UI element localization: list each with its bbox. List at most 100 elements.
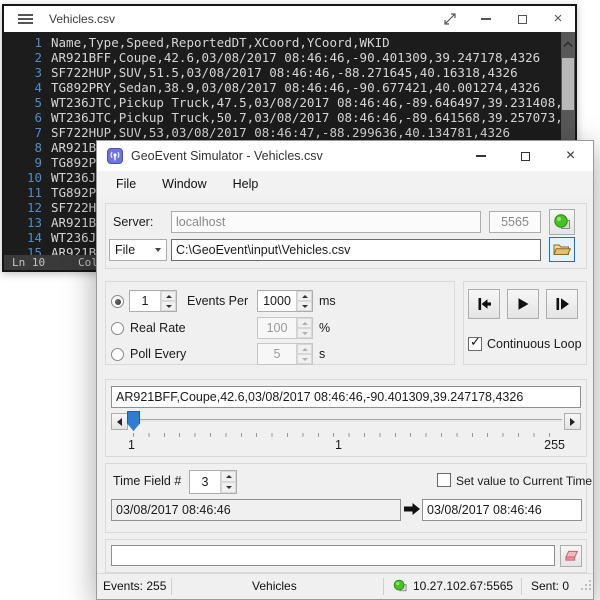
csv-line: 2 AR921BFF,Coupe,42.6,03/08/2017 08:46:46…	[4, 50, 575, 65]
simulator-window-title: GeoEvent Simulator - Vehicles.csv	[131, 149, 323, 163]
line-number: 14	[4, 230, 42, 245]
server-host-input[interactable]: localhost	[171, 211, 481, 233]
line-text: Name,Type,Speed,ReportedDT,XCoord,YCoord…	[51, 35, 390, 50]
continuous-loop-checkbox[interactable]	[468, 337, 482, 351]
slider-right-button[interactable]	[564, 413, 581, 430]
play-button[interactable]	[507, 289, 539, 319]
clear-button[interactable]	[560, 545, 582, 567]
poll-every-radio[interactable]	[111, 348, 124, 361]
column-indicator: Col	[78, 255, 98, 270]
desktop: Vehicles.csv × 1 Name,Type,Speed,Reported…	[0, 0, 600, 600]
continuous-loop-label: Continuous Loop	[487, 337, 582, 351]
scroll-up-icon[interactable]	[563, 36, 573, 51]
simulator-titlebar: GeoEvent Simulator - Vehicles.csv ×	[97, 141, 593, 171]
events-count-spinner[interactable]: 1	[129, 290, 177, 312]
scrollbar-thumb[interactable]	[562, 58, 574, 110]
slider-track[interactable]	[130, 419, 562, 422]
hamburger-menu-icon[interactable]	[18, 12, 33, 27]
maps-to-arrow-icon	[404, 502, 420, 519]
source-type-dropdown[interactable]: File	[109, 239, 167, 261]
connect-icon	[553, 213, 571, 231]
time-field-spinner[interactable]: 3	[189, 470, 237, 494]
menu-bar: File Window Help	[97, 171, 593, 197]
line-number: 11	[4, 185, 42, 200]
spinner-up-icon	[297, 318, 312, 328]
time-field-value: 3	[190, 471, 220, 493]
progress-bar	[111, 545, 555, 566]
connect-button[interactable]	[549, 209, 575, 235]
real-rate-value: 100	[258, 318, 296, 338]
chevron-down-icon	[150, 248, 166, 252]
maximize-icon[interactable]	[515, 12, 529, 26]
interval-value: 1000	[258, 291, 296, 311]
slider-start-label: 1	[128, 438, 135, 452]
menu-help[interactable]: Help	[220, 177, 272, 191]
line-number: 7	[4, 125, 42, 140]
csv-window-titlebar: Vehicles.csv ×	[4, 6, 575, 32]
spinner-down-icon[interactable]	[297, 301, 312, 311]
line-text: AR921BFF,Coupe,42.6,03/08/2017 08:46:46,…	[51, 50, 540, 65]
set-current-time-label: Set value to Current Time	[456, 474, 592, 488]
spinner-up-icon[interactable]	[161, 291, 176, 301]
line-number: 10	[4, 170, 42, 185]
line-text: SF722HUP,SUV,51.5,03/08/2017 08:46:46,-8…	[51, 65, 518, 80]
interval-spinner[interactable]: 1000	[257, 290, 313, 312]
minimize-icon[interactable]	[458, 141, 503, 171]
slider-left-button[interactable]	[111, 413, 128, 430]
csv-line: 6 WT236JTC,Pickup Truck,50.7,03/08/2017 0…	[4, 110, 575, 125]
connection-address-status: 10.27.102.67:5565	[413, 579, 513, 593]
skip-to-start-button[interactable]	[468, 289, 500, 319]
resize-grip[interactable]	[580, 579, 592, 598]
slider-end-label: 255	[537, 438, 565, 452]
csv-line: 4 TG892PRY,Sedan,38.9,03/08/2017 08:46:46…	[4, 80, 575, 95]
step-forward-button[interactable]	[546, 289, 578, 319]
line-number: 6	[4, 110, 42, 125]
server-label: Server:	[113, 215, 153, 229]
line-number: 12	[4, 200, 42, 215]
fixed-rate-radio[interactable]	[111, 295, 124, 308]
menu-window[interactable]: Window	[149, 177, 219, 191]
sent-count-status: Sent: 0	[531, 579, 569, 593]
csv-line: 3SF722HUP,SUV,51.5,03/08/2017 08:46:46,-…	[4, 65, 575, 80]
line-number: 9	[4, 155, 42, 170]
set-current-time-checkbox[interactable]	[437, 473, 451, 487]
menu-file[interactable]: File	[103, 177, 149, 191]
maximize-icon[interactable]	[503, 141, 548, 171]
geoevent-app-icon	[107, 148, 123, 167]
csv-window-title: Vehicles.csv	[49, 12, 115, 26]
spinner-up-icon[interactable]	[297, 291, 312, 301]
poll-every-label: Poll Every	[130, 347, 186, 361]
minimize-icon[interactable]	[479, 12, 493, 26]
events-per-label: Events Per	[187, 294, 248, 308]
eraser-icon	[564, 550, 579, 563]
line-text: TG892PRY,Sedan,38.9,03/08/2017 08:46:46,…	[51, 80, 540, 95]
ms-unit-label: ms	[319, 294, 336, 308]
real-rate-radio[interactable]	[111, 322, 124, 335]
real-rate-spinner: 100	[257, 317, 313, 339]
spinner-up-icon[interactable]	[221, 471, 236, 482]
play-icon	[516, 297, 530, 311]
line-text: SF722HUP,SUV,53,03/08/2017 08:46:47,-88.…	[51, 125, 510, 140]
real-rate-label: Real Rate	[130, 321, 186, 335]
spinner-down-icon[interactable]	[221, 482, 236, 493]
browse-file-button[interactable]	[549, 237, 575, 262]
server-port-input[interactable]: 5565	[489, 211, 541, 233]
close-icon[interactable]: ×	[548, 141, 593, 171]
arrow-right-icon	[570, 418, 575, 426]
line-number: 2	[4, 50, 42, 65]
line-indicator: Ln 10	[12, 255, 45, 270]
csv-line: 5WT236JTC,Pickup Truck,47.5,03/08/2017 0…	[4, 95, 575, 110]
time-from-input: 03/08/2017 08:46:46	[111, 499, 401, 521]
arrow-left-icon	[117, 418, 122, 426]
spinner-up-icon	[297, 344, 312, 354]
current-event-input[interactable]: AR921BFF,Coupe,42.6,03/08/2017 08:46:46,…	[111, 386, 581, 408]
expand-diagonal-icon[interactable]	[443, 12, 457, 26]
source-type-value: File	[110, 243, 150, 257]
close-icon[interactable]: ×	[551, 12, 565, 26]
spinner-down-icon[interactable]	[161, 301, 176, 311]
line-text: WT236JTC,Pickup Truck,50.7,03/08/2017 08…	[51, 110, 575, 125]
line-number: 15	[4, 245, 42, 255]
line-number: 4	[4, 80, 42, 95]
time-to-input[interactable]: 03/08/2017 08:46:46	[422, 499, 582, 521]
file-path-input[interactable]: C:\GeoEvent\input\Vehicles.csv	[171, 239, 541, 261]
